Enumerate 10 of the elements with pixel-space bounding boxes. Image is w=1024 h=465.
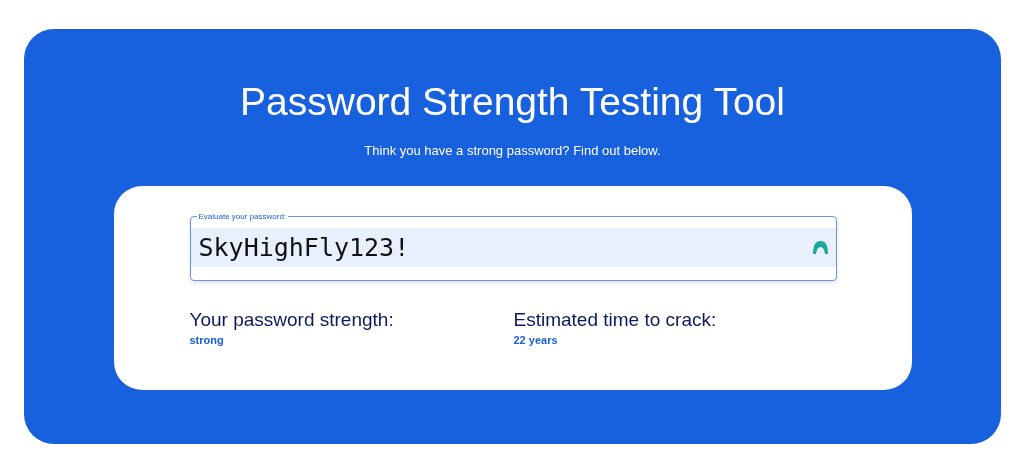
subtitle: Think you have a strong password? Find out below.: [364, 143, 661, 158]
page-title: Password Strength Testing Tool: [240, 79, 785, 125]
result-value: strong: [189, 334, 225, 346]
result-value: 22 years: [513, 334, 559, 346]
password-field[interactable]: SkyHighFly123!: [190, 228, 836, 267]
field-label: Evaluate your password:: [197, 212, 288, 221]
arch-icon[interactable]: [812, 241, 828, 254]
result-label: Estimated time to crack:: [513, 309, 718, 331]
password-input[interactable]: SkyHighFly123!: [198, 233, 813, 262]
result-label: Your password strength:: [189, 309, 395, 331]
